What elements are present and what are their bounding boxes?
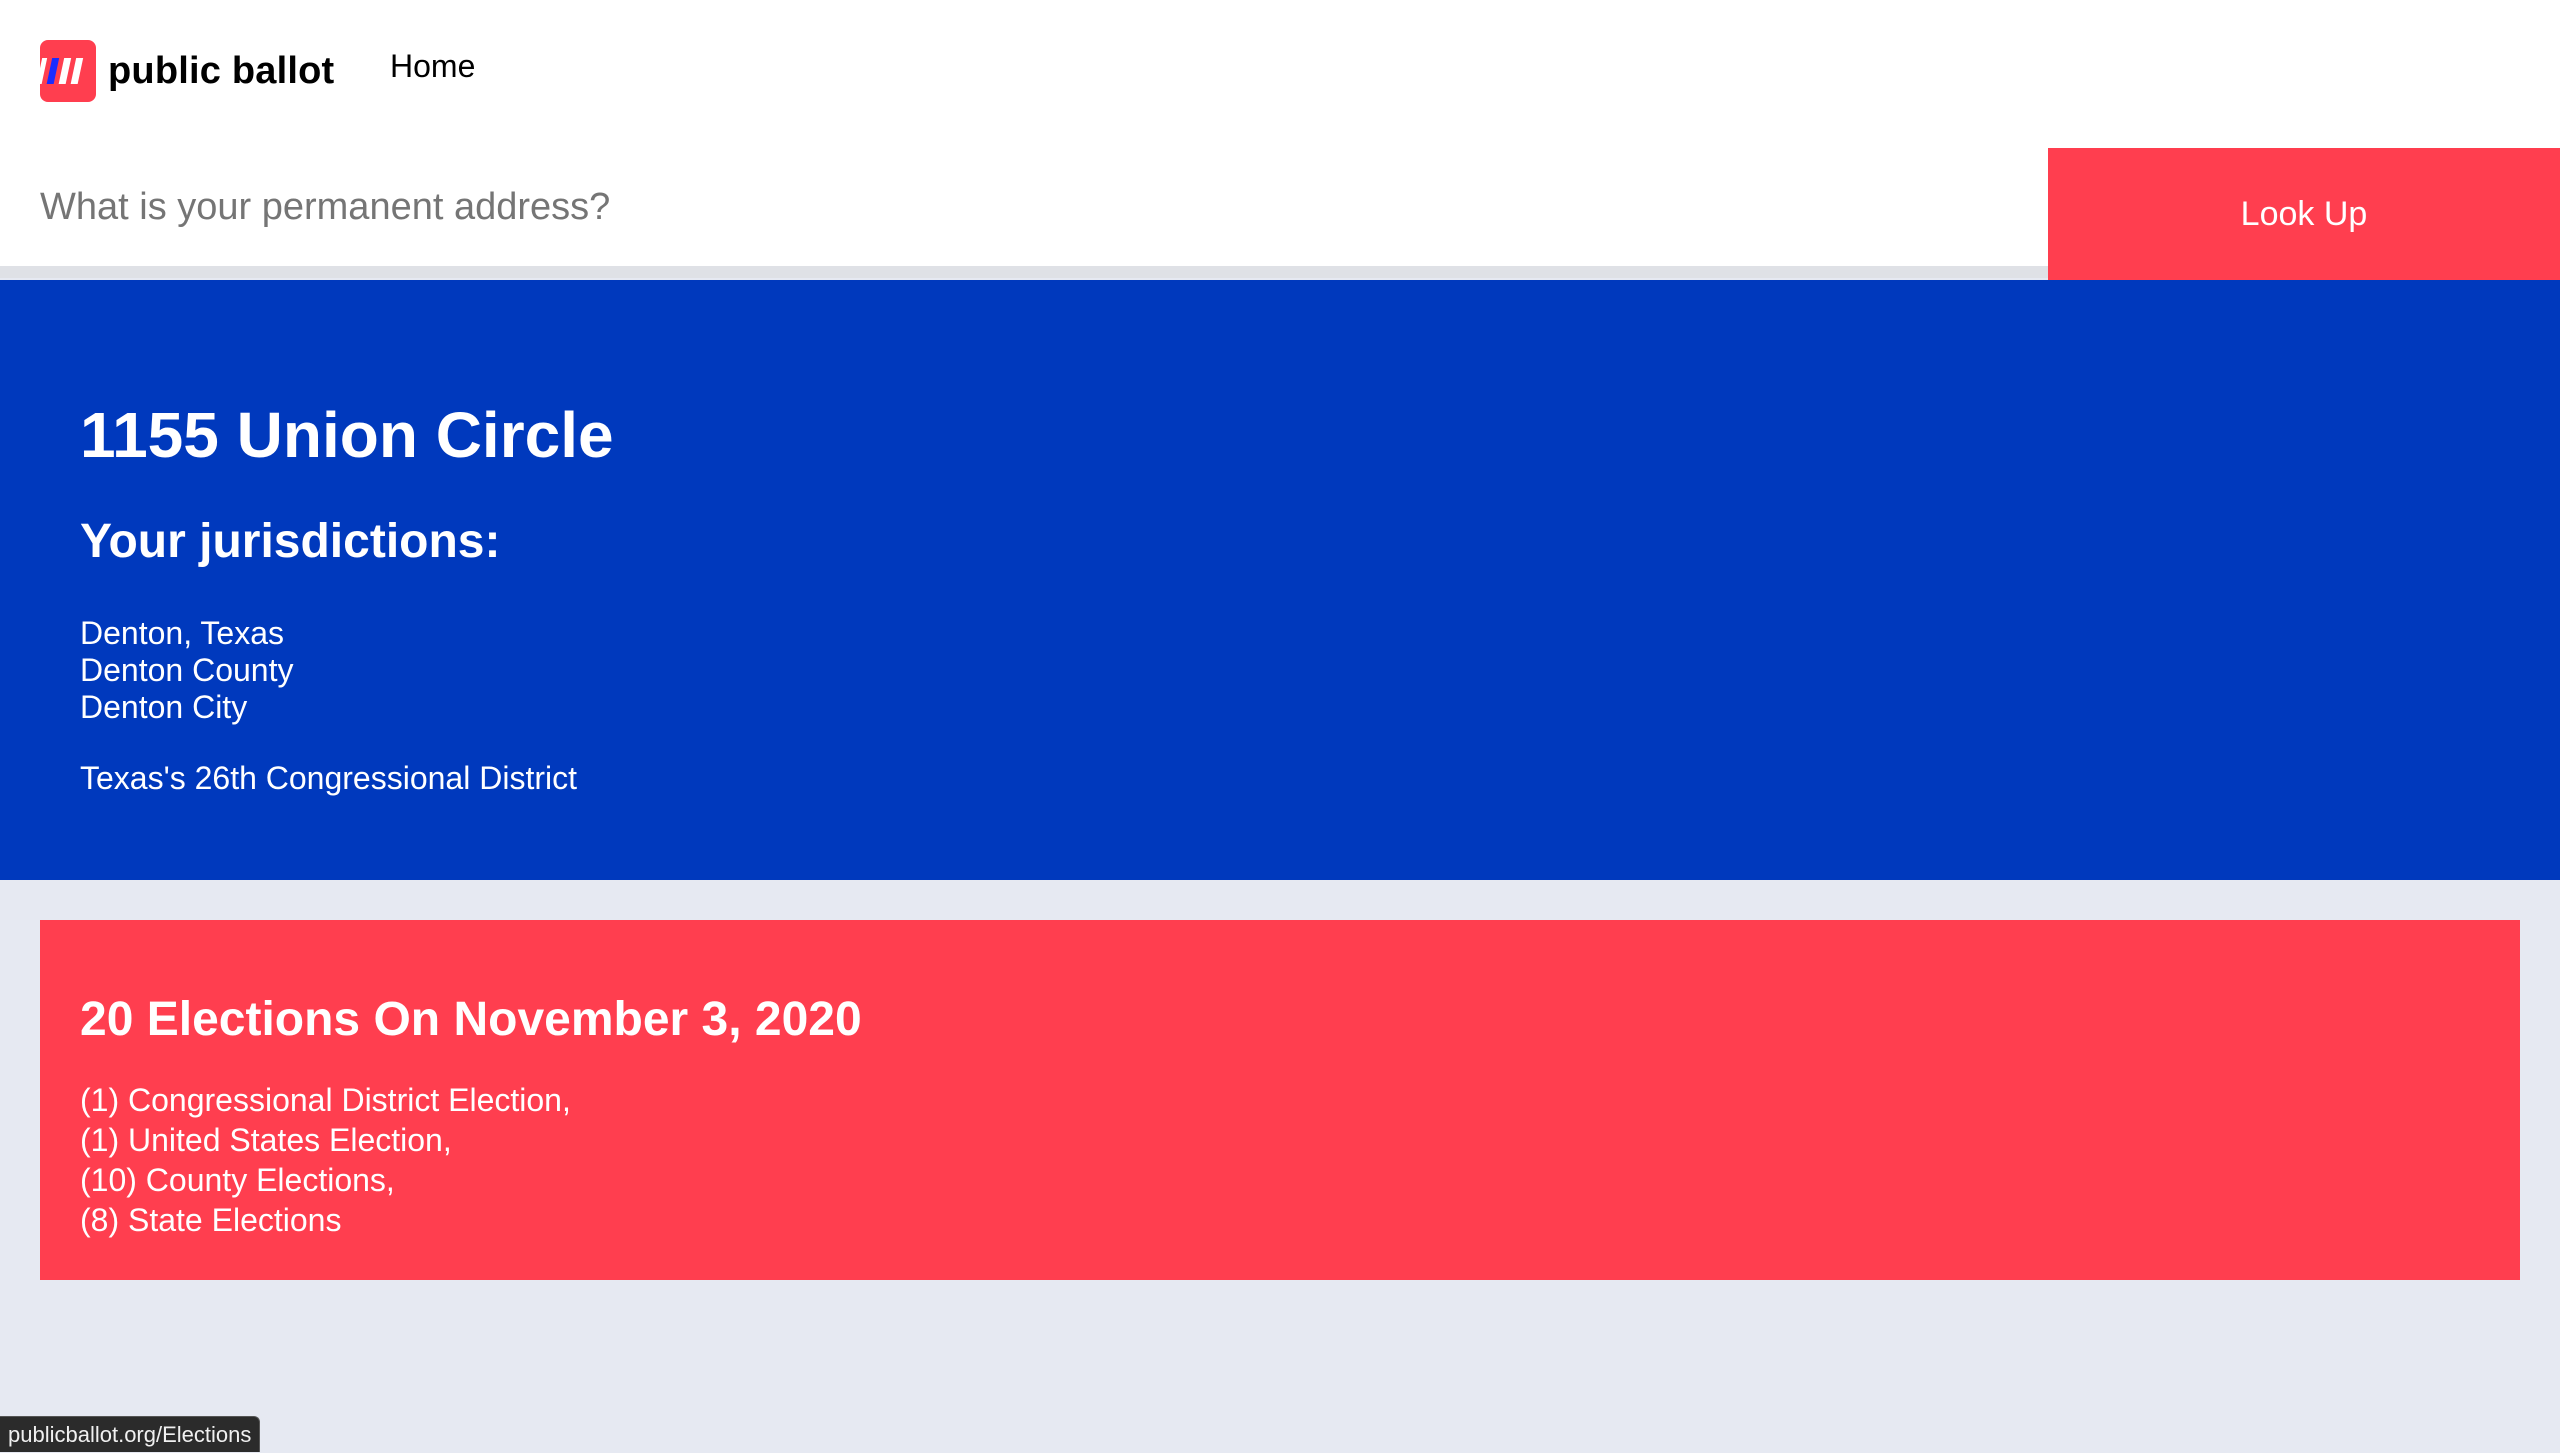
- election-count-item: (1) Congressional District Election,: [80, 1082, 571, 1118]
- jurisdiction-item: Denton, Texas: [80, 615, 284, 651]
- jurisdiction-item: Denton City: [80, 689, 248, 725]
- elections-title: 20 Elections On November 3, 2020: [80, 993, 862, 1046]
- ballot-logo-icon: [40, 40, 96, 102]
- brand-name: public ballot: [108, 49, 335, 92]
- address-search-bar: Look Up: [0, 148, 2560, 280]
- election-count-item: (8) State Elections: [80, 1202, 342, 1238]
- elections-card[interactable]: 20 Elections On November 3, 2020 (1) Con…: [40, 920, 2520, 1280]
- address-search-input[interactable]: [0, 148, 2088, 278]
- election-count-item: (1) United States Election,: [80, 1122, 452, 1158]
- address-summary-panel: 1155 Union Circle Your jurisdictions: De…: [0, 280, 2560, 880]
- congressional-district: Texas's 26th Congressional District: [80, 760, 577, 796]
- jurisdiction-item: Denton County: [80, 652, 294, 688]
- look-up-button[interactable]: Look Up: [2048, 148, 2560, 280]
- jurisdictions-list: Denton, Texas Denton County Denton City: [80, 615, 293, 726]
- nav-home-link[interactable]: Home: [390, 48, 475, 85]
- top-navigation: public ballot Home: [0, 0, 2560, 148]
- link-status-url: publicballot.org/Elections: [0, 1416, 261, 1452]
- brand-logo-link[interactable]: public ballot: [40, 40, 334, 102]
- election-count-item: (10) County Elections,: [80, 1162, 395, 1198]
- jurisdictions-heading: Your jurisdictions:: [80, 515, 501, 568]
- elections-list: (1) Congressional District Election, (1)…: [80, 1080, 571, 1240]
- address-heading: 1155 Union Circle: [80, 399, 614, 471]
